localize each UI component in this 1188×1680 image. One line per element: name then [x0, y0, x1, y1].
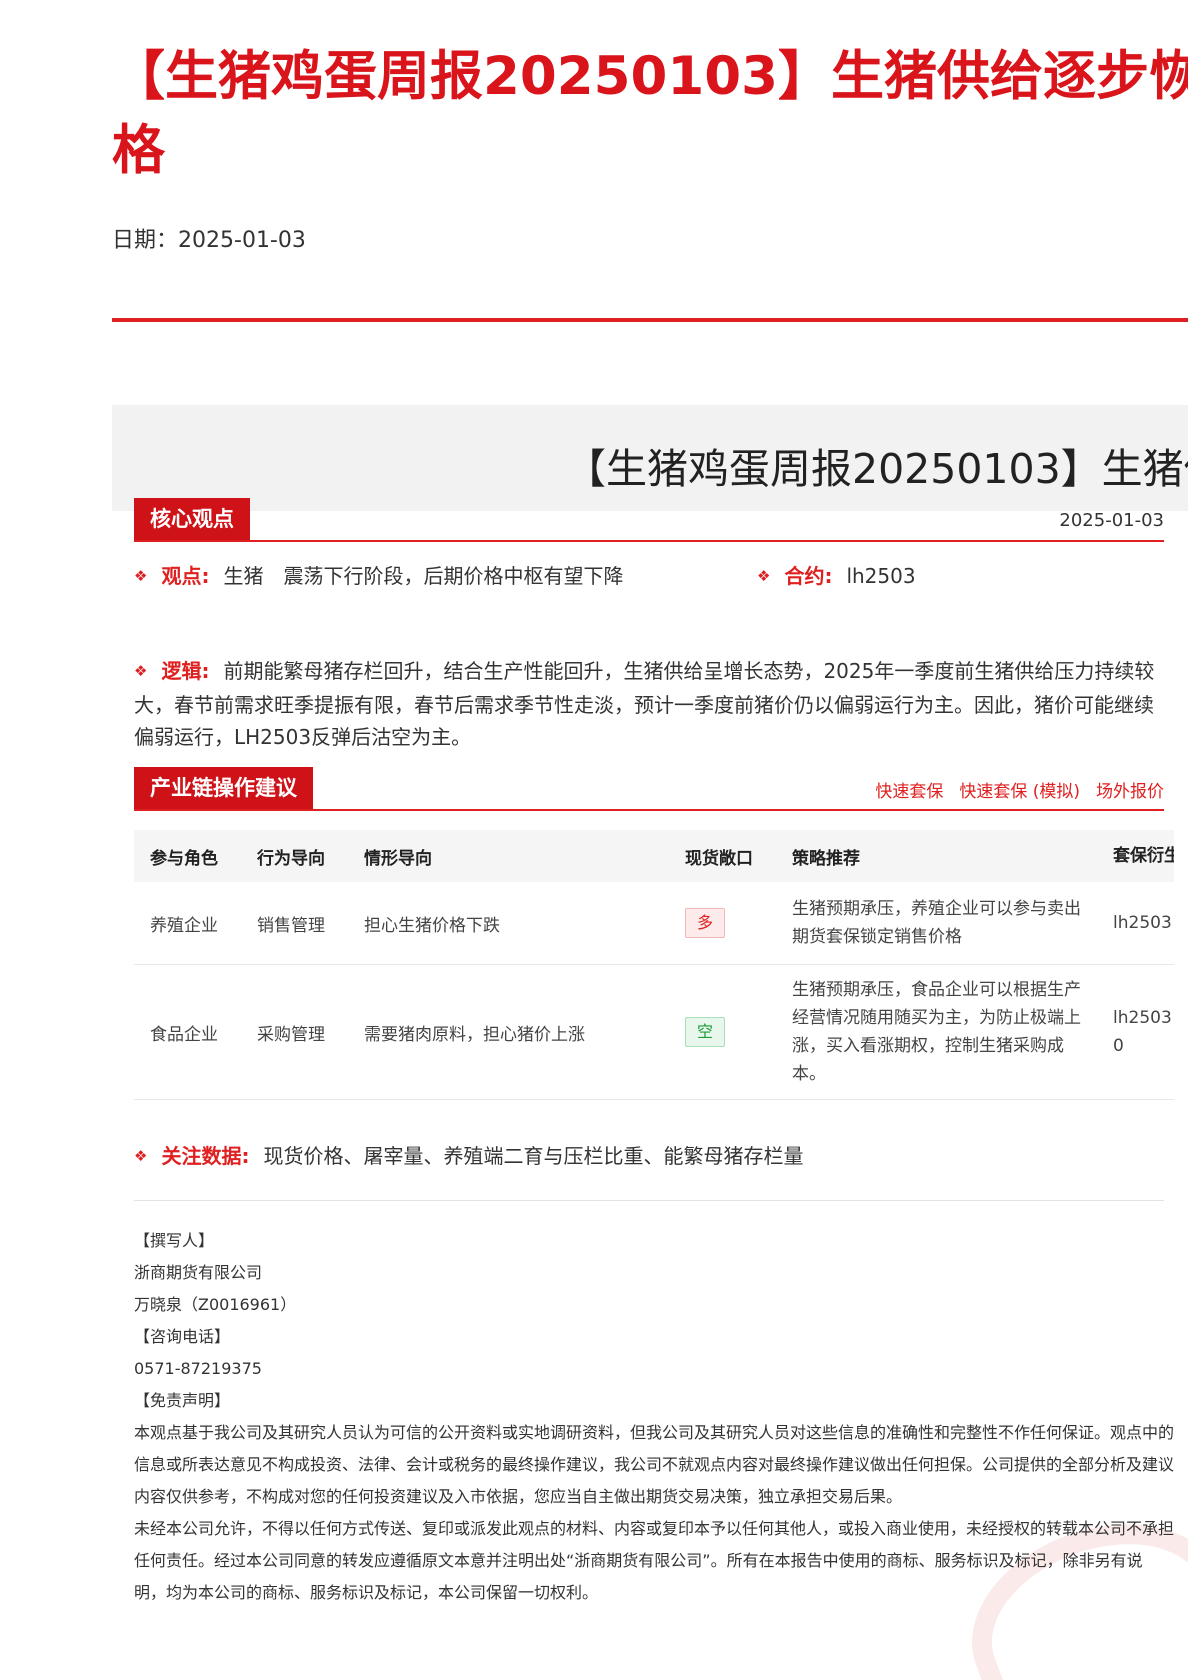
phone-heading: 【咨询电话】	[134, 1327, 231, 1346]
cell-strategy: 生猪预期承压，养殖企业可以参与卖出期货套保锁定销售价格	[776, 882, 1097, 965]
quick-hedge-link[interactable]: 快速套保	[875, 782, 943, 802]
report-card-title: 【生猪鸡蛋周报20250103】生猪供给逐步恢复，节后关注价格	[565, 445, 1188, 493]
diamond-bullet-icon: ❖	[134, 567, 148, 585]
report-card: 【生猪鸡蛋周报20250103】生猪供给逐步恢复，节后关注价格 核心观点 202…	[112, 405, 1188, 1680]
cell-situation: 担心生猪价格下跌	[348, 882, 669, 965]
cell-exposure: 空	[669, 964, 776, 1100]
cell-strategy: 生猪预期承压，食品企业可以根据生产经营情况随用随买为主，为防止极端上涨，买入看涨…	[776, 964, 1097, 1100]
phone-number: 0571-87219375	[134, 1359, 262, 1378]
view-row: ❖ 观点: 生猪 震荡下行阶段，后期价格中枢有望下降	[134, 560, 623, 589]
view-value: 生猪 震荡下行阶段，后期价格中枢有望下降	[223, 564, 624, 588]
ops-table: 参与角色 行为导向 情形导向 现货敞口 策略推荐 套保衍生品 养殖企业 销售管理…	[134, 830, 1174, 1100]
title-divider	[112, 318, 1188, 322]
logic-paragraph: ❖ 逻辑: 前期能繁母猪存栏回升，结合生产性能回升，生猪供给呈增长态势，2025年一…	[134, 655, 1164, 753]
contract-value: lh2503	[846, 564, 916, 588]
publish-date-label: 日期：	[112, 228, 179, 253]
author-name: 万晓泉（Z0016961）	[134, 1295, 297, 1314]
ops-table-header-row: 参与角色 行为导向 情形导向 现货敞口 策略推荐 套保衍生品	[134, 830, 1174, 882]
publish-date: 日期：2025-01-03	[112, 222, 306, 254]
cell-hedge: lh2503	[1097, 882, 1174, 965]
author-heading: 【撰写人】	[134, 1231, 215, 1250]
diamond-bullet-icon: ❖	[757, 567, 771, 585]
footer-divider	[134, 1200, 1164, 1201]
ops-section-bar: 产业链操作建议 快速套保 快速套保 (模拟) 场外报价	[134, 767, 1164, 811]
contract-label: 合约:	[784, 564, 833, 588]
table-row: 养殖企业 销售管理 担心生猪价格下跌 多 生猪预期承压，养殖企业可以参与卖出期货…	[134, 882, 1174, 965]
table-row: 食品企业 采购管理 需要猪肉原料，担心猪价上涨 空 生猪预期承压，食品企业可以根…	[134, 964, 1174, 1100]
contract-row: ❖ 合约: lh2503	[757, 560, 916, 589]
core-section-bar: 核心观点 2025-01-03	[134, 498, 1164, 542]
disclaimer-paragraph-1: 本观点基于我公司及其研究人员认为可信的公开资料或实地调研资料，但我公司及其研究人…	[134, 1423, 1175, 1506]
report-footer: 【撰写人】 浙商期货有限公司 万晓泉（Z0016961） 【咨询电话】 0571…	[134, 1225, 1174, 1609]
exposure-badge-short: 空	[685, 1017, 725, 1047]
publish-date-value: 2025-01-03	[178, 228, 306, 253]
cell-behavior: 采购管理	[241, 964, 348, 1100]
col-header-situation: 情形导向	[348, 830, 669, 882]
core-section-date: 2025-01-03	[1059, 510, 1164, 531]
cell-role: 养殖企业	[134, 882, 241, 965]
diamond-bullet-icon: ❖	[134, 662, 148, 680]
hedge-contract-extra: 0	[1113, 1036, 1124, 1056]
report-card-header: 【生猪鸡蛋周报20250103】生猪供给逐步恢复，节后关注价格	[112, 405, 1188, 511]
page-title: 【生猪鸡蛋周报20250103】生猪供给逐步恢复，节后关注价 格	[112, 40, 1188, 188]
exposure-badge-long: 多	[685, 908, 725, 938]
col-header-hedge: 套保衍生品	[1097, 830, 1174, 882]
cell-behavior: 销售管理	[241, 882, 348, 965]
focus-value: 现货价格、屠宰量、养殖端二育与压栏比重、能繁母猪存栏量	[263, 1144, 804, 1168]
logic-text: 前期能繁母猪存栏回升，结合生产性能回升，生猪供给呈增长态势，2025年一季度前生…	[134, 659, 1155, 749]
page-title-line-1: 【生猪鸡蛋周报20250103】生猪供给逐步恢复，节后关注价	[112, 46, 1188, 107]
disclaimer-heading: 【免责声明】	[134, 1391, 231, 1410]
view-label: 观点:	[161, 564, 210, 588]
otc-quote-link[interactable]: 场外报价	[1096, 782, 1164, 802]
cell-hedge: lh2503 0	[1097, 964, 1174, 1100]
cell-situation: 需要猪肉原料，担心猪价上涨	[348, 964, 669, 1100]
col-header-role: 参与角色	[134, 830, 241, 882]
cell-exposure: 多	[669, 882, 776, 965]
logic-label: 逻辑:	[161, 659, 210, 683]
col-header-behavior: 行为导向	[241, 830, 348, 882]
cell-role: 食品企业	[134, 964, 241, 1100]
diamond-bullet-icon: ❖	[134, 1147, 148, 1165]
page-title-line-2: 格	[112, 120, 165, 181]
core-section-tag: 核心观点	[134, 498, 250, 540]
company-name: 浙商期货有限公司	[134, 1263, 263, 1282]
disclaimer-paragraph-2: 未经本公司允许，不得以任何方式传送、复印或派发此观点的材料、内容或复印本予以任何…	[134, 1519, 1175, 1602]
focus-row: ❖ 关注数据: 现货价格、屠宰量、养殖端二育与压栏比重、能繁母猪存栏量	[134, 1140, 803, 1169]
col-header-exposure: 现货敞口	[669, 830, 776, 882]
focus-label: 关注数据:	[161, 1144, 250, 1168]
quick-hedge-sim-link[interactable]: 快速套保 (模拟)	[959, 782, 1080, 802]
quick-links: 快速套保 快速套保 (模拟) 场外报价	[859, 777, 1164, 802]
hedge-contract[interactable]: lh2503	[1113, 909, 1174, 937]
hedge-contract[interactable]: lh2503	[1113, 1004, 1174, 1032]
ops-section-tag: 产业链操作建议	[134, 767, 313, 809]
col-header-strategy: 策略推荐	[776, 830, 1097, 882]
